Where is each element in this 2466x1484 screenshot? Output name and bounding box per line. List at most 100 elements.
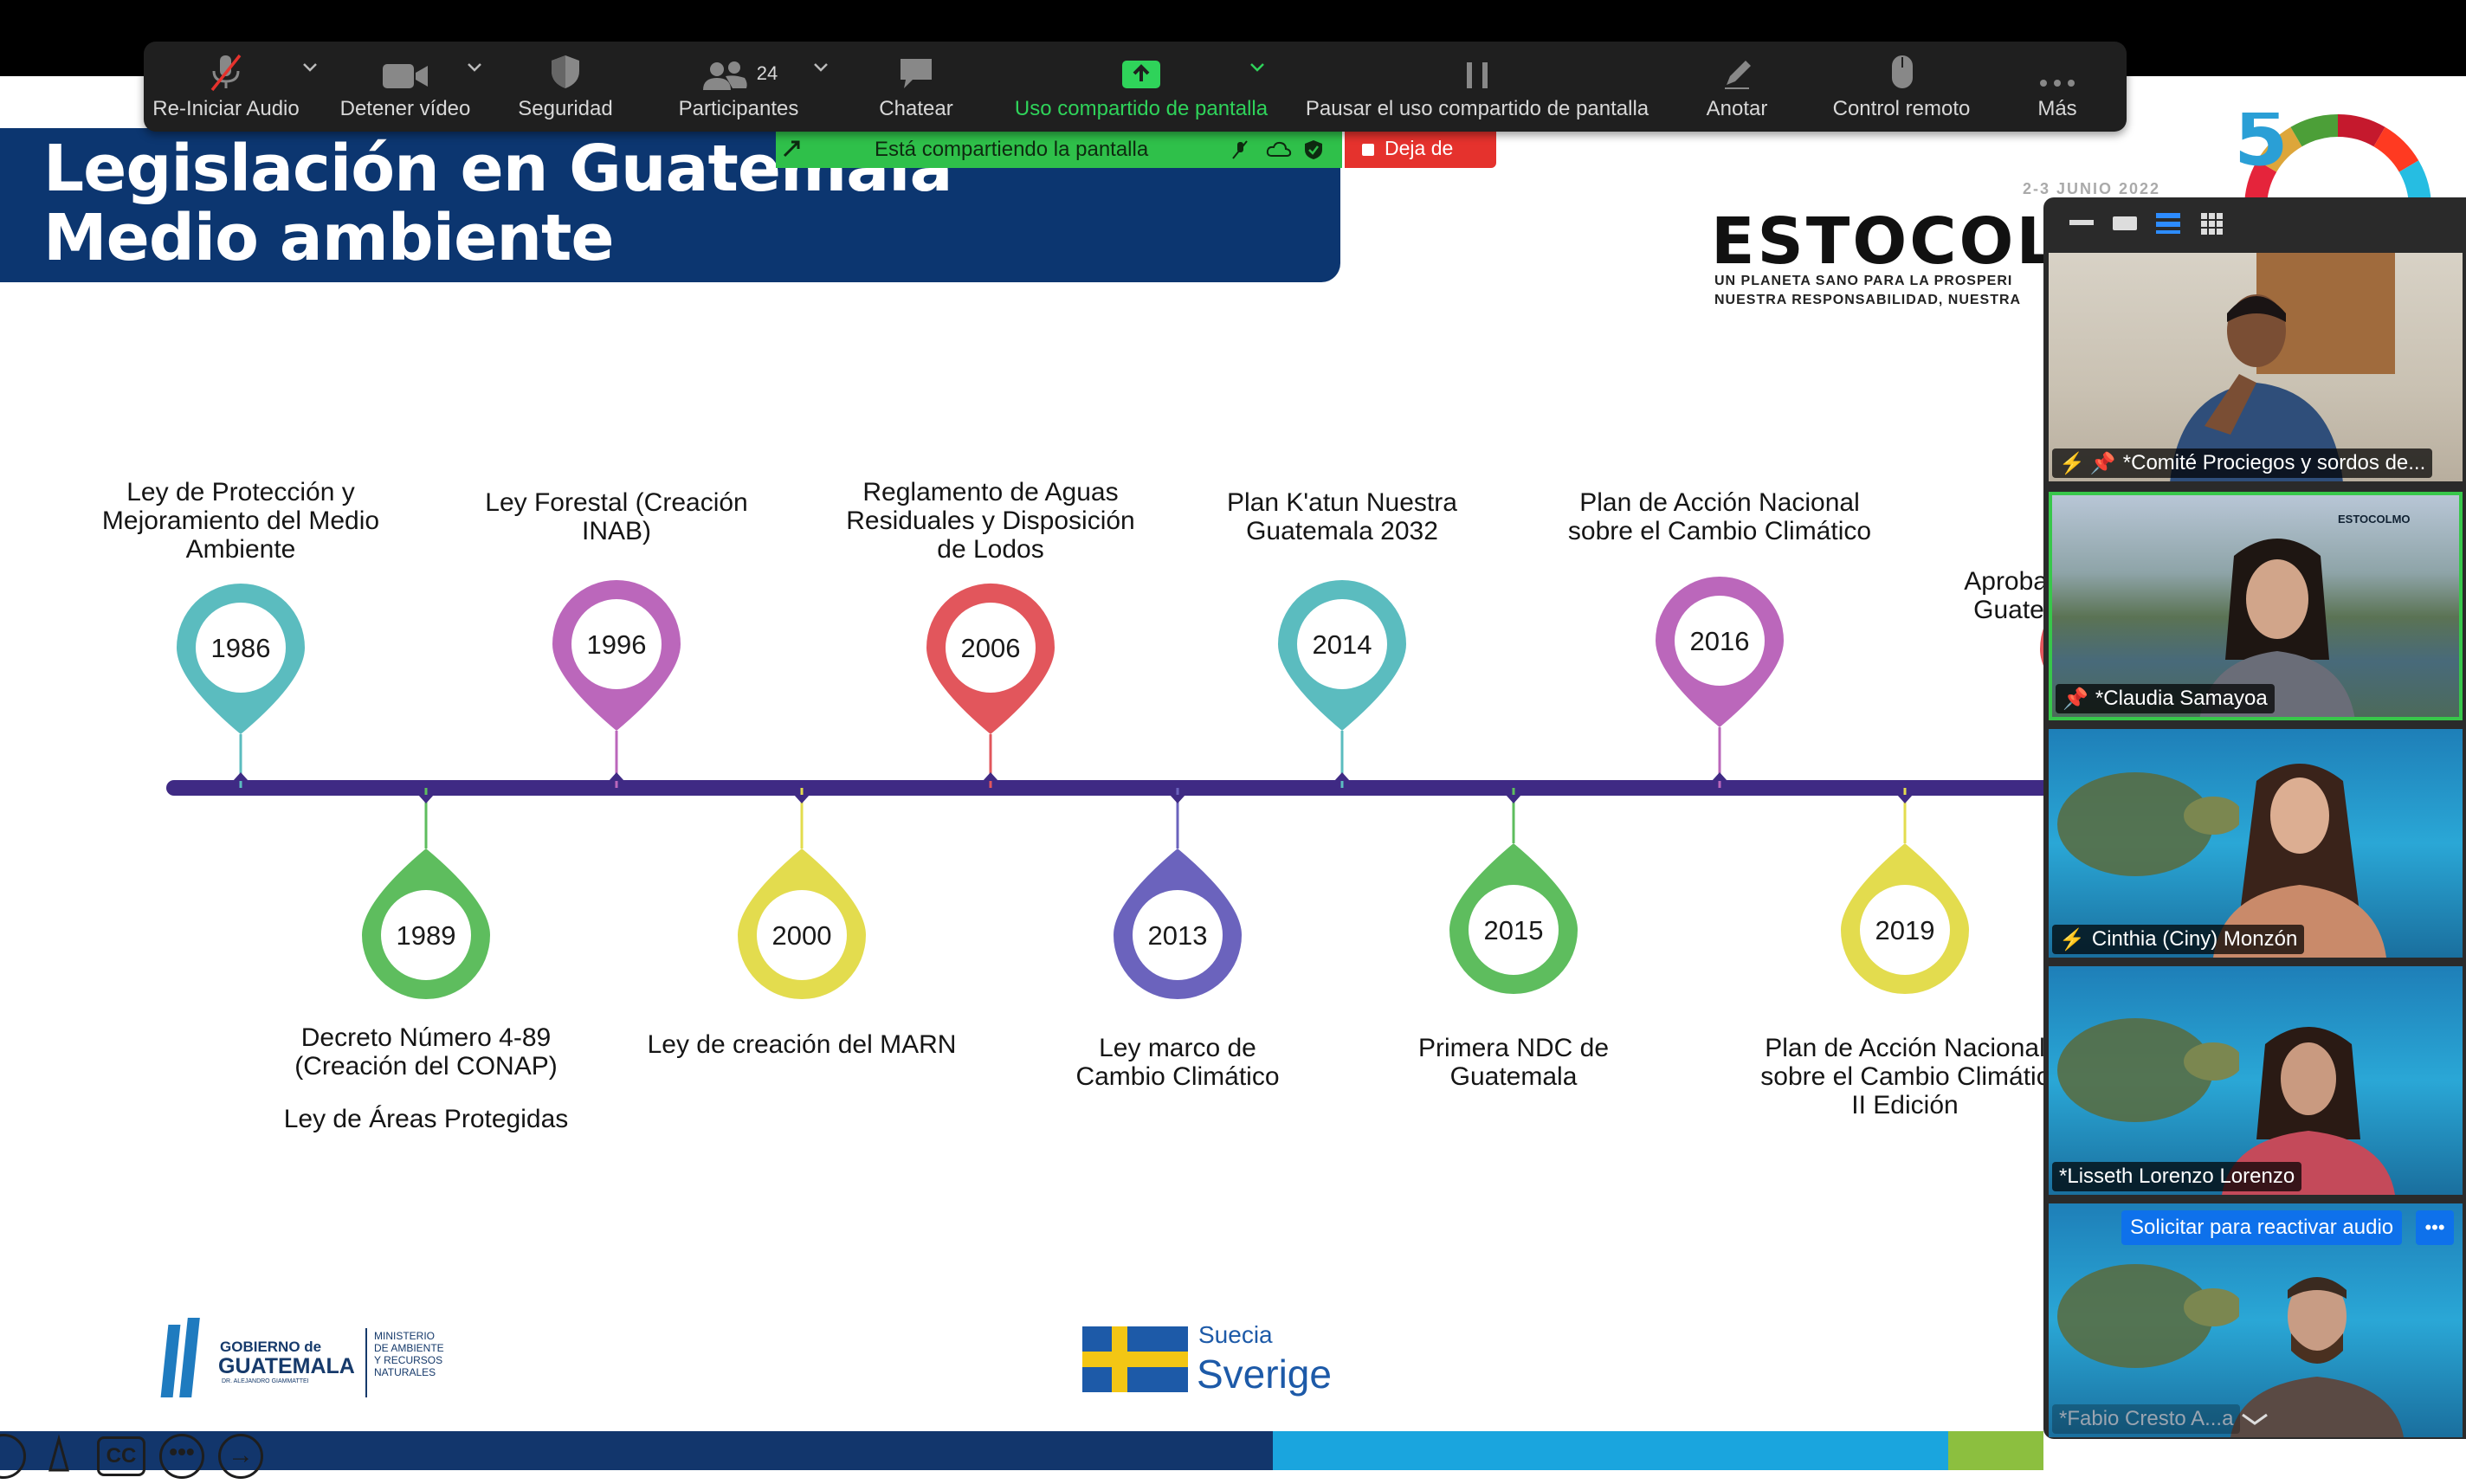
audio-options-chevron-down-icon[interactable] [301, 59, 319, 76]
participant-name-label: 📌 *Claudia Samayoa [2056, 684, 2275, 713]
timeline-top-year-2: 2006 [961, 633, 1021, 663]
tile-more-options-icon[interactable]: ••• [2416, 1210, 2454, 1245]
bottom-strip-lightblue [1273, 1431, 1948, 1470]
participant-name-label: ⚡ Cinthia (Ciny) Monzón [2052, 925, 2305, 954]
timeline-bottom-label-2: Ley marco de Cambio Climático [1075, 1034, 1280, 1091]
timeline-bottom-year-0: 1989 [397, 920, 456, 951]
participant-figure [2230, 1277, 2404, 1437]
microphone-muted-icon: ⚡ [2059, 451, 2085, 475]
gov-logo-line2: GUATEMALA [218, 1354, 355, 1378]
video-camera-icon [383, 64, 428, 88]
arrow-right-icon[interactable]: → [218, 1434, 263, 1479]
more-dots-icon [2040, 80, 2075, 87]
timeline-top-year-4: 2016 [1690, 626, 1750, 656]
participant-video-tile[interactable]: ⚡ Cinthia (Ciny) Monzón [2049, 729, 2463, 958]
timeline-top-pin-4: 2016 [1656, 577, 1784, 788]
timeline-pins: 1986 1996 2006 2014 2016 1989 2000 2013 2015 2019 [177, 577, 2043, 999]
participant-name-label: *Lisseth Lorenzo Lorenzo [2052, 1162, 2302, 1191]
participant-name-label: ⚡ 📌 *Comité Prociegos y sordos de... [2052, 448, 2433, 478]
request-unmute-banner[interactable]: Solicitar para reactivar audio [2121, 1210, 2403, 1245]
timeline-bottom-year-4: 2019 [1875, 915, 1935, 945]
participants-icon [702, 61, 747, 90]
timeline-top-year-1: 1996 [587, 629, 647, 660]
video-options-chevron-down-icon[interactable] [466, 59, 483, 76]
pin-icon: 📌 [2063, 687, 2088, 711]
timeline-bottom-year-2: 2013 [1148, 920, 1208, 951]
government-logo: GOBIERNO de GUATEMALA DR. ALEJANDRO GIAM… [160, 1314, 473, 1410]
sweden-label-top: Suecia [1198, 1321, 1273, 1348]
share-screen-icon [1122, 61, 1160, 88]
participant-video-tile[interactable]: Solicitar para reactivar audio ••• *Fabi… [2049, 1203, 2463, 1437]
timeline-top-pin-3: 2014 [1278, 580, 1406, 788]
timeline-top-year-3: 2014 [1313, 629, 1372, 660]
drag-handle-icon[interactable] [781, 139, 804, 161]
participant-video-tile[interactable]: ⚡ 📌 *Comité Prociegos y sordos de... [2049, 253, 2463, 481]
timeline-top-label-2: Reglamento de Aguas Residuales y Disposic… [846, 478, 1135, 564]
more-dots-icon[interactable]: ••• [159, 1434, 204, 1479]
share-screen-button[interactable]: Uso compartido de pantalla [985, 42, 1297, 132]
gov-logo-line1: GOBIERNO de [220, 1339, 322, 1355]
sweden-label-bottom: Sverige [1197, 1352, 1332, 1397]
svg-text:5: 5 [2234, 113, 2288, 184]
timeline-bottom-pin-4: 2019 [1841, 788, 1969, 994]
timeline-top-pin-2: 2006 [926, 583, 1055, 788]
pause-icon [1467, 62, 1488, 88]
ministry-label: MINISTERIO DE AMBIENTE Y RECURSOS NATURALES [374, 1330, 444, 1378]
timeline-bottom-label-0: Decreto Número 4-89 (Creación del CONAP) … [283, 1023, 569, 1133]
participant-name-label: *Fabio Cresto A...a [2052, 1404, 2241, 1434]
audio-button[interactable]: Re-Iniciar Audio [152, 42, 300, 132]
stop-share-button[interactable]: Deja de [1345, 132, 1496, 168]
participant-video-tile[interactable]: *Lisseth Lorenzo Lorenzo [2049, 966, 2463, 1195]
participants-count: 24 [756, 62, 778, 84]
timeline-bottom-pin-2: 2013 [1114, 788, 1242, 999]
tile-logo: ESTOCOLMO [2338, 513, 2411, 526]
pause-share-button[interactable]: Pausar el uso compartido de pantalla [1287, 42, 1668, 132]
participants-options-chevron-down-icon[interactable] [812, 59, 830, 76]
gov-logo-line3: DR. ALEJANDRO GIAMMATTEI [222, 1378, 309, 1384]
timeline-bottom-year-1: 2000 [772, 920, 832, 951]
meeting-toolbar: Re-Iniciar Audio Detener vídeo Seguridad… [144, 42, 2127, 132]
microphone-muted-icon[interactable] [1230, 139, 1250, 160]
timeline-top-year-0: 1986 [211, 633, 271, 663]
timeline-top-label-4: Plan de Acción Nacional sobre el Cambio C… [1567, 488, 1872, 545]
annotate-button[interactable]: Anotar [1676, 42, 1798, 132]
timeline-bottom-label-4: Plan de Acción Nacional sobre el Cambio C… [1760, 1034, 2050, 1119]
mouse-icon [1892, 55, 1913, 88]
cloud-icon[interactable] [1266, 140, 1292, 159]
speaker-view-icon[interactable] [2156, 213, 2180, 234]
laser-pointer-icon[interactable] [36, 1434, 81, 1479]
bottom-strip-green [1948, 1431, 2043, 1470]
share-status-bar: Está compartiendo la pantalla [776, 132, 1342, 168]
timeline-bottom-pin-0: 1989 [362, 788, 490, 999]
timeline-bottom-pin-3: 2015 [1449, 788, 1578, 994]
single-view-icon[interactable] [2113, 216, 2137, 230]
background-turtle [2057, 1264, 2239, 1368]
microphone-muted-icon: ⚡ [2059, 927, 2085, 952]
microphone-muted-icon [210, 54, 242, 92]
security-button[interactable]: Seguridad [500, 42, 630, 132]
timeline-top-pin-1: 1996 [552, 580, 681, 788]
more-button[interactable]: Más [2005, 42, 2109, 132]
sweden-flag-icon [1082, 1326, 1188, 1392]
pin-icon: 📌 [2089, 451, 2116, 475]
timeline-top-pin-0: 1986 [177, 584, 305, 788]
participants-button[interactable]: 24 Participantes [656, 42, 821, 132]
share-options-chevron-down-icon[interactable] [1249, 59, 1266, 76]
chevron-down-icon[interactable] [2237, 1411, 2272, 1429]
timeline-bottom-label-3: Primera NDC de Guatemala [1417, 1034, 1610, 1091]
chat-button[interactable]: Chatear [847, 42, 985, 132]
video-button[interactable]: Detener vídeo [336, 42, 474, 132]
remote-control-button[interactable]: Control remoto [1806, 42, 1997, 132]
share-status-text: Está compartiendo la pantalla [875, 138, 1149, 161]
shield-check-icon[interactable] [1302, 139, 1325, 161]
participant-video-tile-active[interactable]: ESTOCOLMO 📌 *Claudia Samayoa [2049, 492, 2463, 720]
minimize-panel-icon[interactable] [2069, 220, 2094, 225]
pen-icon [1725, 61, 1751, 89]
chat-bubble-icon [901, 59, 932, 88]
gallery-view-icon[interactable] [2199, 211, 2225, 237]
shield-icon [552, 55, 579, 88]
timeline-top-label-1: Ley Forestal (Creación INAB) [485, 488, 748, 545]
captions-icon[interactable]: CC [97, 1436, 145, 1476]
timeline-top-label-3: Plan K'atun Nuestra Guatemala 2032 [1227, 488, 1457, 545]
timeline-bottom-pin-1: 2000 [738, 788, 866, 999]
